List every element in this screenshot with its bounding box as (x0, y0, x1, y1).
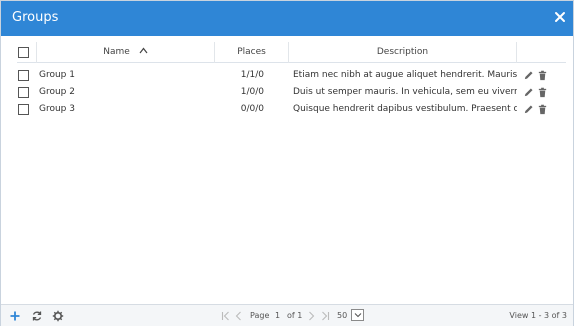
row-places: 1/1/0 (240, 70, 264, 80)
table-row[interactable]: Group 2 1/0/0 Duis ut semper mauris. In … (17, 84, 566, 101)
row-select-cell (17, 67, 37, 84)
pencil-icon[interactable] (523, 70, 534, 81)
pencil-icon[interactable] (523, 104, 534, 115)
header-places-label: Places (237, 47, 266, 57)
page-of-label: of 1 (287, 311, 303, 320)
table-row[interactable]: Group 1 1/1/0 Etiam nec nibh at augue al… (17, 67, 566, 84)
row-checkbox[interactable] (18, 104, 29, 115)
header-name[interactable]: Name (37, 42, 215, 63)
row-name: Group 3 (39, 104, 75, 114)
header-actions (517, 42, 566, 63)
row-description: Quisque hendrerit dapibus vestibulum. Pr… (293, 104, 517, 114)
next-page-icon[interactable] (308, 311, 315, 321)
page-label: Page (250, 311, 270, 320)
row-actions (517, 101, 566, 118)
plus-icon[interactable] (9, 310, 21, 322)
view-count: View 1 - 3 of 3 (509, 311, 567, 320)
header-description[interactable]: Description (289, 42, 517, 63)
last-page-icon[interactable] (321, 311, 330, 321)
page-size-select[interactable] (351, 309, 364, 321)
first-page-icon[interactable] (221, 311, 230, 321)
trash-icon[interactable] (537, 104, 548, 115)
row-select-cell (17, 84, 37, 101)
groups-grid: Name Places Description Group 1 1/1/0 Et… (17, 42, 566, 118)
row-actions (517, 67, 566, 84)
trash-icon[interactable] (537, 70, 548, 81)
prev-page-icon[interactable] (235, 311, 242, 321)
header-name-label: Name (103, 47, 130, 57)
row-select-cell (17, 101, 37, 118)
table-row[interactable]: Group 3 0/0/0 Quisque hendrerit dapibus … (17, 101, 566, 118)
page-size-value: 50 (337, 311, 348, 320)
select-all-checkbox[interactable] (18, 47, 29, 58)
row-name: Group 2 (39, 87, 75, 97)
chevron-up-icon (139, 47, 148, 54)
row-description: Duis ut semper mauris. In vehicula, sem … (293, 87, 517, 97)
header-select-all-cell (17, 42, 37, 63)
row-checkbox[interactable] (18, 87, 29, 98)
pencil-icon[interactable] (523, 87, 534, 98)
grid-footer: Page 1 of 1 50 View 1 - 3 of 3 (1, 304, 573, 326)
row-places: 0/0/0 (240, 104, 264, 114)
row-name: Group 1 (39, 70, 75, 80)
header-description-label: Description (376, 47, 429, 57)
row-checkbox[interactable] (18, 70, 29, 81)
page-number[interactable]: 1 (275, 309, 280, 323)
chevron-down-icon (354, 313, 362, 318)
trash-icon[interactable] (537, 87, 548, 98)
groups-dialog: Groups Name Places Description Group 1 1… (0, 0, 574, 326)
grid-header: Name Places Description (17, 42, 566, 63)
refresh-icon[interactable] (31, 310, 43, 322)
dialog-title: Groups (12, 10, 59, 25)
header-places[interactable]: Places (215, 42, 289, 63)
title-bar: Groups (1, 1, 573, 36)
row-description: Etiam nec nibh at augue aliquet hendreri… (293, 70, 517, 80)
row-actions (517, 84, 566, 101)
close-icon[interactable] (553, 10, 567, 24)
row-places: 1/0/0 (240, 87, 264, 97)
gear-icon[interactable] (52, 310, 64, 322)
